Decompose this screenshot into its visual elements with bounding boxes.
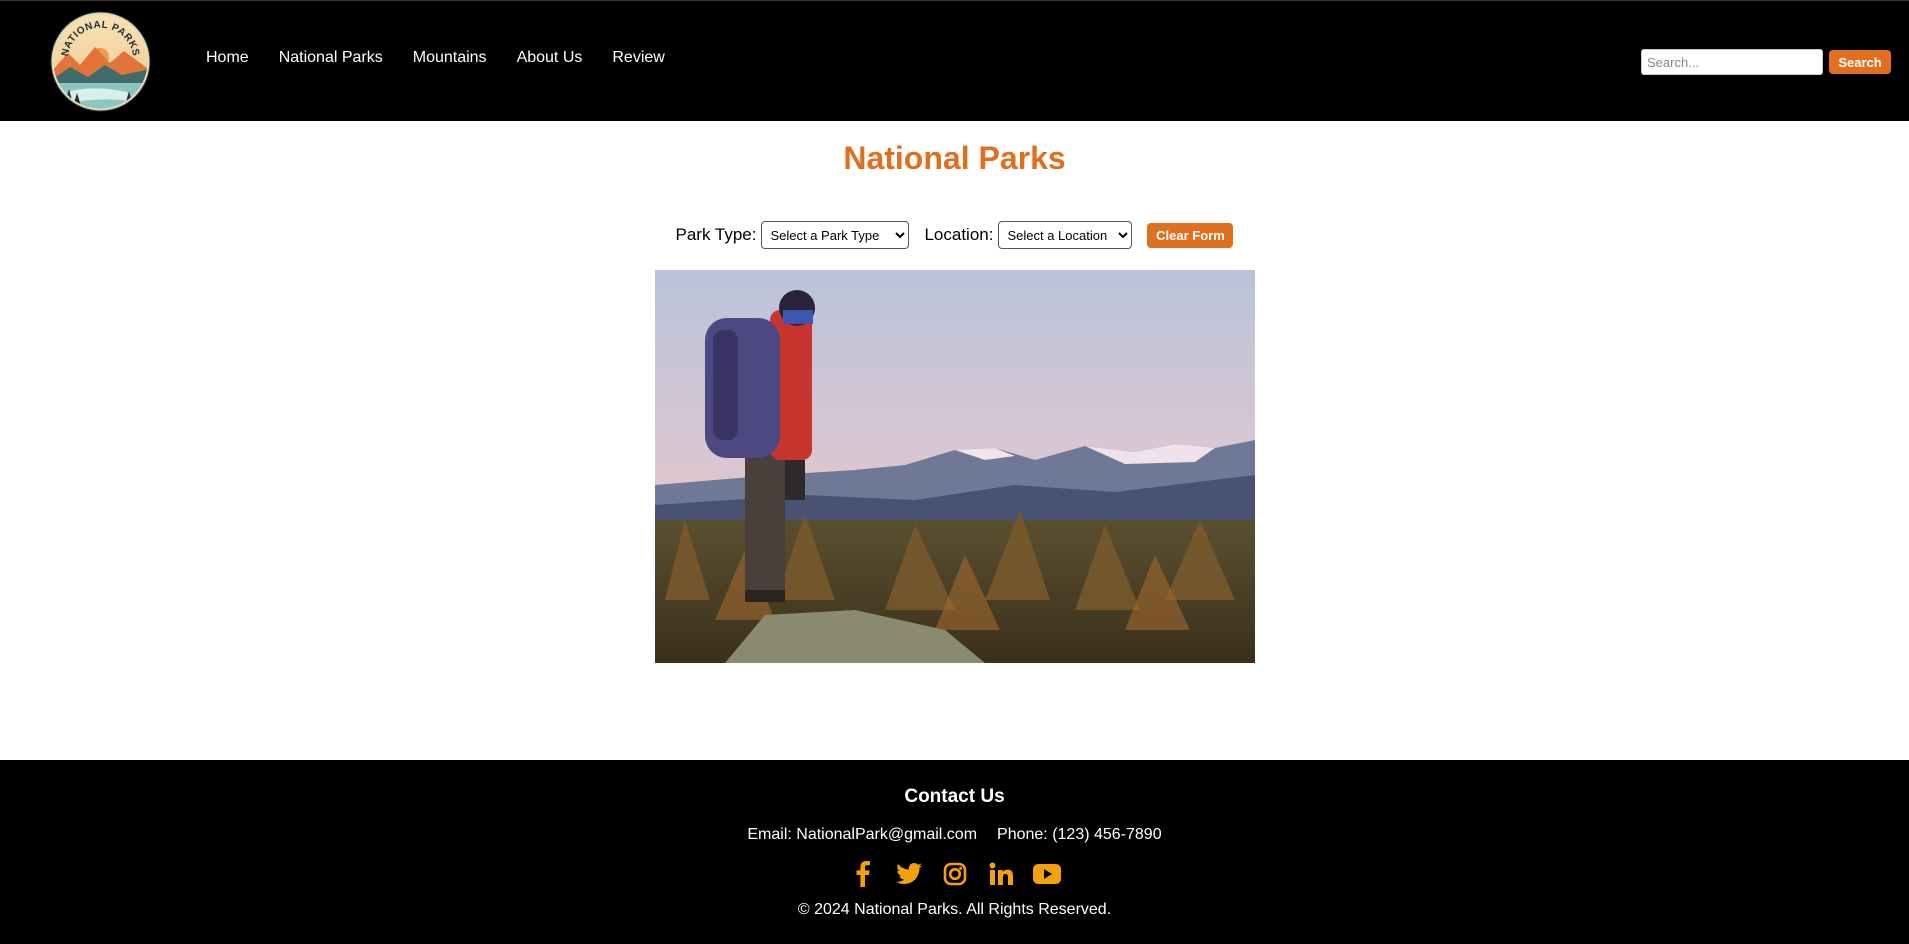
clear-form-button[interactable]: Clear Form <box>1147 222 1234 248</box>
location-select[interactable]: Select a Location <box>998 221 1133 249</box>
site-header: NATIONAL PARKS Home National Parks Mount… <box>0 0 1909 121</box>
main-nav: Home National Parks Mountains About Us R… <box>206 49 695 67</box>
hero-image <box>655 270 1255 663</box>
park-type-label: Park Type: <box>675 225 757 244</box>
filter-form: Park Type: Select a Park Type Location: … <box>0 221 1909 249</box>
search-button[interactable]: Search <box>1829 50 1891 74</box>
facebook-icon[interactable] <box>849 860 877 888</box>
park-type-select[interactable]: Select a Park Type <box>761 221 910 249</box>
hiker-mountain-photo-icon <box>655 270 1255 663</box>
contact-info: Email: NationalPark@gmail.com Phone: (12… <box>0 826 1909 844</box>
copyright-text: © 2024 National Parks. All Rights Reserv… <box>797 901 1112 918</box>
twitter-icon[interactable] <box>895 860 923 888</box>
contact-email: Email: NationalPark@gmail.com <box>747 826 978 843</box>
nav-review[interactable]: Review <box>612 49 664 67</box>
search-bar: Search <box>1641 49 1891 75</box>
nav-mountains[interactable]: Mountains <box>413 49 487 67</box>
contact-phone: Phone: (123) 456-7890 <box>997 826 1162 843</box>
nav-national-parks[interactable]: National Parks <box>279 49 383 67</box>
instagram-icon[interactable] <box>941 860 969 888</box>
nav-home[interactable]: Home <box>206 49 249 67</box>
site-footer: Contact Us Email: NationalPark@gmail.com… <box>0 760 1909 944</box>
location-label: Location: <box>924 225 994 244</box>
youtube-icon[interactable] <box>1032 860 1061 888</box>
search-input[interactable] <box>1641 49 1823 75</box>
social-links <box>0 860 1909 888</box>
contact-title: Contact Us <box>904 786 1005 807</box>
national-parks-logo[interactable]: NATIONAL PARKS <box>50 11 151 112</box>
nav-about-us[interactable]: About Us <box>517 49 583 67</box>
page-title: National Parks <box>843 140 1066 176</box>
linkedin-icon[interactable] <box>987 860 1015 888</box>
logo-badge-icon: NATIONAL PARKS <box>50 11 151 112</box>
